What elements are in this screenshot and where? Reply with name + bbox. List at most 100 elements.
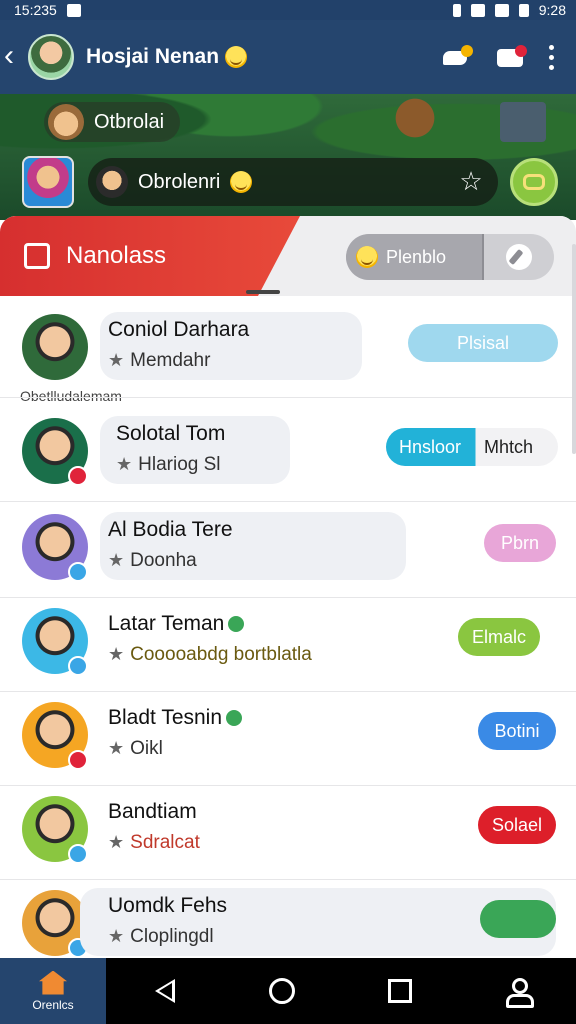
- chat-header: ‹ Hosjai Nenan: [0, 20, 576, 94]
- tab-indicator: [246, 290, 280, 294]
- contact-action-button[interactable]: [480, 900, 556, 938]
- header-actions: [441, 44, 554, 70]
- contact-name: Solotal Tom: [116, 422, 226, 445]
- back-arrow-icon[interactable]: ‹: [4, 41, 26, 71]
- back-triangle-icon: [154, 979, 175, 1003]
- status-dot-icon: [68, 656, 88, 676]
- status-dot-icon: [68, 844, 88, 864]
- contact-status: ★ Memdahr: [108, 350, 211, 371]
- wifi-icon: [470, 3, 485, 17]
- pill-avatar: [96, 166, 128, 198]
- chat-input-pill[interactable]: Obrolenri ☆: [88, 158, 498, 206]
- status-star-icon: ★: [108, 832, 125, 852]
- contact-name: Al Bodia Tere: [108, 518, 233, 541]
- edit-icon: [506, 244, 532, 270]
- star-icon[interactable]: ☆: [458, 168, 484, 195]
- share-icon[interactable]: [441, 45, 473, 69]
- banner-window-icon: [500, 102, 546, 142]
- verified-icon: [226, 710, 243, 727]
- segment-right[interactable]: [482, 234, 554, 280]
- more-options-icon[interactable]: [549, 44, 554, 70]
- segment-label: Plenblo: [386, 246, 447, 267]
- status-star-icon: ★: [108, 644, 125, 664]
- pill-label: Obrolenri: [138, 170, 221, 193]
- contact-name: Latar Teman: [108, 612, 245, 636]
- person-icon: [504, 978, 535, 1008]
- segment-control: Plenblo: [346, 234, 554, 280]
- page-title-text: Hosjai Nenan: [86, 45, 220, 68]
- status-right: 9:28: [452, 2, 566, 18]
- contact-status: ★ Cooooabdg bortblatla: [108, 644, 312, 665]
- contact-action-button[interactable]: Plsisal: [408, 324, 558, 362]
- section-bar: Nanolass Plenblo: [0, 216, 576, 296]
- signal-icon: [494, 3, 509, 17]
- contact-action-button[interactable]: Elmalc: [458, 618, 540, 656]
- nav-home-tab[interactable]: Orenlcs: [0, 958, 106, 1024]
- profile-avatar[interactable]: [28, 34, 74, 80]
- page-title: Hosjai Nenan: [86, 45, 247, 69]
- home-icon: [39, 970, 67, 995]
- smile-emoji-icon: [224, 46, 247, 69]
- status-star-icon: ★: [108, 738, 125, 758]
- section-tab[interactable]: Nanolass: [0, 216, 300, 296]
- contact-status: ★ Oikl: [108, 738, 163, 759]
- contact-row[interactable]: Solotal Tom ★ Hlariog Sl Hnsloor Mhtch: [0, 408, 576, 502]
- bluetooth-icon: [452, 3, 461, 17]
- banner-chip-label: Otbrolai: [94, 110, 165, 133]
- game-action-button[interactable]: [510, 158, 558, 206]
- nav-home-label: Orenlcs: [32, 997, 74, 1012]
- status-bar: 15:235 9:28: [0, 0, 576, 20]
- status-star-icon: ★: [108, 550, 125, 570]
- status-star-icon: ★: [108, 926, 125, 946]
- contact-action-button[interactable]: Solael: [478, 806, 556, 844]
- segment-left[interactable]: Plenblo: [346, 234, 482, 280]
- contact-row[interactable]: Bladt Tesnin ★ Oikl Botini: [0, 692, 576, 786]
- nav-recents-button[interactable]: [341, 979, 459, 1003]
- contact-avatar[interactable]: [22, 314, 88, 380]
- nav-bar: Orenlcs: [0, 958, 576, 1024]
- notification-badge-icon[interactable]: [495, 45, 527, 69]
- status-dot-icon: [68, 750, 88, 770]
- nav-home-button[interactable]: [224, 978, 342, 1004]
- megaphone-icon: [24, 243, 50, 269]
- verified-icon: [228, 616, 245, 633]
- contact-row[interactable]: Bandtiam ★ Sdralcat Solael: [0, 786, 576, 880]
- contact-name: Uomdk Fehs: [108, 894, 228, 917]
- section-title: Nanolass: [66, 242, 167, 269]
- pill-emoji-icon: [230, 171, 253, 193]
- status-time: 15:235: [14, 2, 57, 18]
- contact-row[interactable]: Uomdk Fehs ★ Cloplingdl: [0, 880, 576, 958]
- game-banner: Otbrolai Obrolenri ☆: [0, 94, 576, 220]
- status-left: 15:235: [14, 2, 81, 18]
- status-star-icon: ★: [116, 454, 133, 474]
- contact-row[interactable]: Latar Teman ★ Cooooabdg bortblatla Elmalc: [0, 598, 576, 692]
- status-dot-icon: [68, 466, 88, 486]
- main-panel: Nanolass Plenblo Obetlludalemam Coniol D…: [0, 216, 576, 958]
- notification-icon: [66, 3, 81, 17]
- contact-status: ★ Cloplingdl: [108, 926, 214, 947]
- status-dot-icon: [68, 562, 88, 582]
- contact-name: Bandtiam: [108, 800, 197, 823]
- game-icon[interactable]: [22, 156, 74, 208]
- contact-action-button[interactable]: Pbrn: [484, 524, 556, 562]
- nav-profile-button[interactable]: [459, 978, 576, 1008]
- recents-square-icon: [387, 979, 412, 1003]
- contact-status: ★ Sdralcat: [108, 832, 200, 853]
- nav-back-button[interactable]: [106, 979, 224, 1003]
- contact-name: Coniol Darhara: [108, 318, 250, 341]
- segment-emoji-icon: [356, 246, 378, 268]
- contact-row[interactable]: Coniol Darhara ★ Memdahr Plsisal: [0, 304, 576, 398]
- status-clock: 9:28: [538, 2, 566, 18]
- monkey-icon: [48, 104, 84, 140]
- scrollbar[interactable]: [572, 244, 576, 454]
- contact-action-button[interactable]: Hnsloor Mhtch: [386, 428, 558, 466]
- contact-row[interactable]: Al Bodia Tere ★ Doonha Pbrn: [0, 504, 576, 598]
- home-circle-icon: [269, 978, 296, 1004]
- contact-action-button[interactable]: Botini: [478, 712, 556, 750]
- status-star-icon: ★: [108, 350, 125, 370]
- banner-character-icon: [380, 94, 450, 154]
- banner-chip[interactable]: Otbrolai: [44, 102, 181, 142]
- banner-row: Obrolenri ☆: [0, 150, 576, 214]
- battery-icon: [518, 3, 529, 17]
- contact-status: ★ Hlariog Sl: [116, 454, 221, 475]
